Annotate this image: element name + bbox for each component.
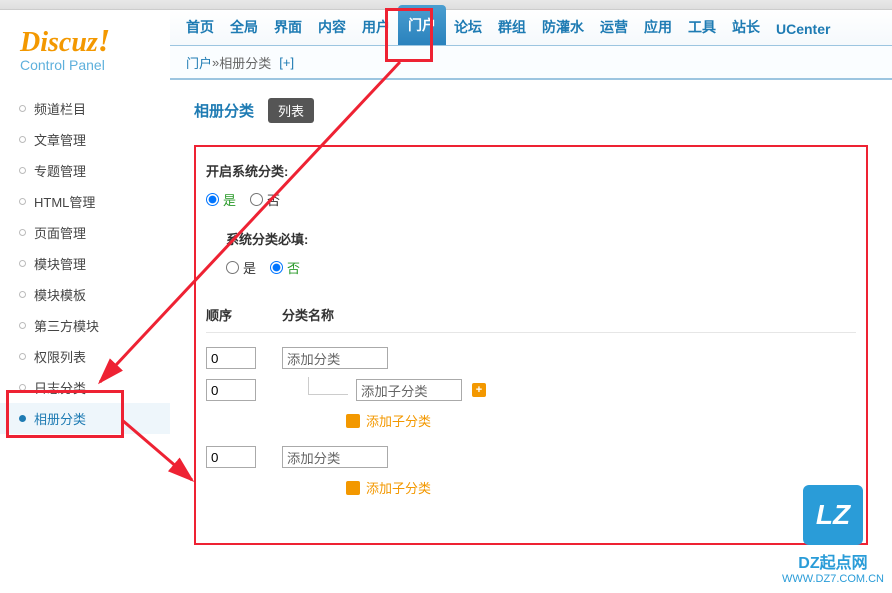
order-input[interactable] — [206, 379, 256, 401]
sidebar-item[interactable]: 页面管理 — [0, 217, 170, 248]
nav-tab[interactable]: 论坛 — [446, 9, 490, 45]
nav-tab[interactable]: 站长 — [724, 9, 768, 45]
tab-category[interactable]: 相册分类 — [194, 100, 254, 121]
add-subcategory-link[interactable]: 添加子分类 — [366, 411, 431, 430]
order-input[interactable] — [206, 347, 256, 369]
breadcrumb: 门户 » 相册分类 [+] — [170, 46, 892, 80]
category-name-input[interactable] — [282, 347, 388, 369]
col-order: 顺序 — [206, 305, 282, 324]
subcategory-name-input[interactable] — [356, 379, 462, 401]
table-row: + — [206, 379, 856, 401]
sidebar-item[interactable]: 模块管理 — [0, 248, 170, 279]
nav-tab[interactable]: 门户 — [398, 5, 446, 45]
sidebar-item[interactable]: 第三方模块 — [0, 310, 170, 341]
nav-tab[interactable]: 界面 — [266, 9, 310, 45]
nav-tab[interactable]: 应用 — [636, 9, 680, 45]
order-input[interactable] — [206, 446, 256, 468]
sidebar-item[interactable]: 专题管理 — [0, 155, 170, 186]
sidebar-item[interactable]: 日志分类 — [0, 372, 170, 403]
breadcrumb-expand[interactable]: [+] — [279, 55, 294, 70]
required-no[interactable]: 否 — [270, 258, 300, 277]
nav-tab[interactable]: 用户 — [354, 9, 398, 45]
settings-form: 开启系统分类: 是 否 系统分类必填: 是 否 顺序 分类名称 — [194, 145, 868, 545]
sidebar-item[interactable]: 权限列表 — [0, 341, 170, 372]
nav-tab[interactable]: 防灌水 — [534, 9, 592, 45]
category-name-input[interactable] — [282, 446, 388, 468]
add-icon[interactable]: + — [472, 383, 486, 397]
nav-tab[interactable]: 全局 — [222, 9, 266, 45]
nav-tab[interactable]: 首页 — [178, 9, 222, 45]
nav-tab[interactable]: 运营 — [592, 9, 636, 45]
add-icon[interactable]: + — [346, 414, 360, 428]
nav-tab[interactable]: UCenter — [768, 13, 838, 45]
sidebar-item[interactable]: 文章管理 — [0, 124, 170, 155]
sidebar-item[interactable]: 相册分类 — [0, 403, 170, 434]
sidebar-item[interactable]: 模块模板 — [0, 279, 170, 310]
enable-label: 开启系统分类: — [206, 161, 856, 180]
col-name: 分类名称 — [282, 305, 856, 324]
sidebar-item[interactable]: HTML管理 — [0, 186, 170, 217]
sidebar-item[interactable]: 频道栏目 — [0, 93, 170, 124]
add-icon[interactable]: + — [346, 481, 360, 495]
breadcrumb-current: 相册分类 — [219, 53, 271, 72]
required-label: 系统分类必填: — [226, 229, 856, 248]
breadcrumb-root[interactable]: 门户 — [186, 53, 212, 72]
add-subcategory-link[interactable]: 添加子分类 — [366, 478, 431, 497]
enable-no[interactable]: 否 — [250, 190, 280, 209]
nav-tab[interactable]: 内容 — [310, 9, 354, 45]
nav-tab[interactable]: 群组 — [490, 9, 534, 45]
logo: Discuz! Control Panel — [0, 22, 170, 93]
table-row — [206, 446, 856, 468]
required-yes[interactable]: 是 — [226, 258, 256, 277]
table-row — [206, 347, 856, 369]
tab-list[interactable]: 列表 — [268, 98, 314, 123]
nav-tab[interactable]: 工具 — [680, 9, 724, 45]
watermark: LZ DZ起点网 WWW.DZ7.COM.CN — [782, 485, 884, 585]
enable-yes[interactable]: 是 — [206, 190, 236, 209]
